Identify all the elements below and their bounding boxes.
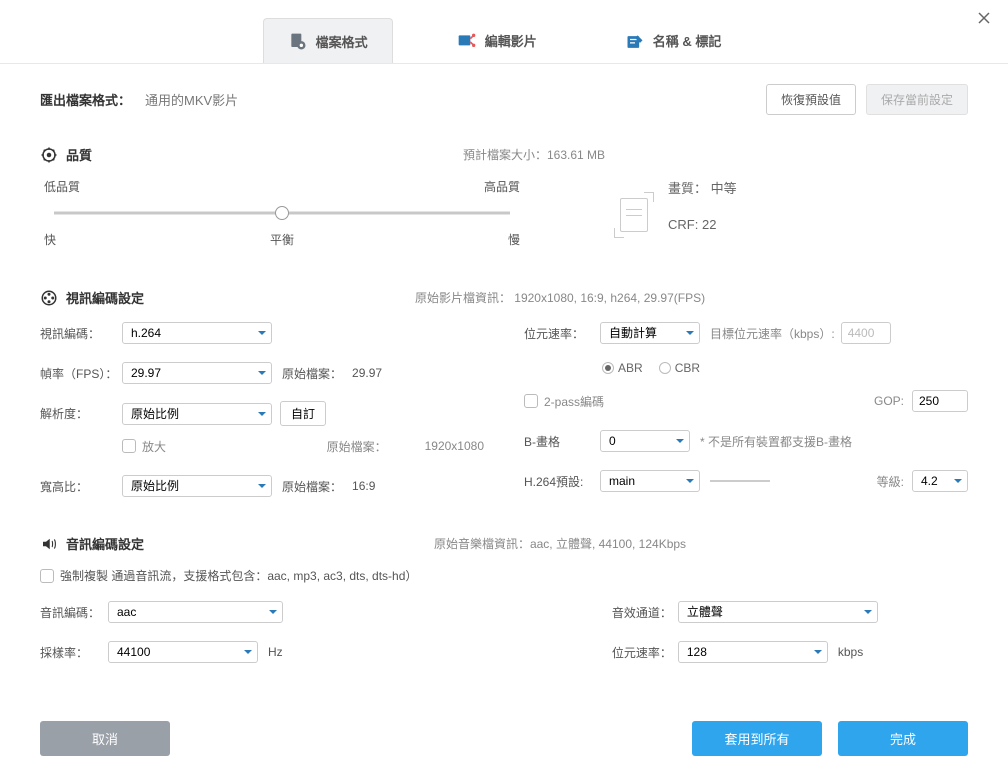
target-bitrate-input[interactable] [841,322,891,344]
slider-thumb[interactable] [275,206,289,220]
resolution-label: 解析度： [40,405,122,422]
audio-codec-select[interactable]: aac [108,601,283,623]
film-reel-icon [40,289,58,307]
quality-balance-label: 平衡 [270,231,294,248]
twopass-checkbox[interactable] [524,394,538,408]
save-current-button[interactable]: 保存當前設定 [866,84,968,115]
hz-label: Hz [268,645,283,659]
bitrate-select[interactable]: 自動計算 [600,322,700,344]
level-label: 等級: [877,473,904,490]
resolution-select[interactable]: 原始比例 [122,403,272,425]
aspect-select[interactable]: 原始比例 [122,475,272,497]
res-source-label: 原始檔案： [327,438,387,455]
video-codec-select[interactable]: h.264 [122,322,272,344]
apply-all-button[interactable]: 套用到所有 [692,721,822,756]
file-gear-icon [288,31,308,51]
channel-select[interactable]: 立體聲 [678,601,878,623]
quality-low-label: 低品質 [44,178,80,195]
crf-label: CRF: [668,217,698,232]
audio-source-info: 原始音樂檔資訊：aac, 立體聲, 44100, 124Kbps [152,535,968,552]
bframe-select[interactable]: 0 [600,430,690,452]
crf-value: 22 [702,217,716,232]
enlarge-checkbox[interactable] [122,439,136,453]
aspect-label: 寬高比： [40,478,122,495]
video-title: 視訊編碼設定 [66,288,144,307]
fps-label: 幀率（FPS）： [40,365,122,382]
tab-label: 編輯影片 [485,31,537,50]
edit-note-icon [625,31,645,51]
gop-input[interactable] [912,390,968,412]
film-cut-icon [457,31,477,51]
restore-default-button[interactable]: 恢復預設值 [766,84,856,115]
bframe-note: * 不是所有裝置都支援B-畫格 [700,433,852,450]
estimated-size: 預計檔案大小：163.61 MB [100,146,968,163]
fps-source-label: 原始檔案： [282,365,342,382]
audio-bitrate-select[interactable]: 128 [678,641,828,663]
audio-bitrate-label: 位元速率： [612,644,678,661]
document-icon [620,198,648,232]
h264-preset-label: H.264預設: [524,473,600,490]
gop-label: GOP: [874,394,904,408]
aspect-source-label: 原始檔案： [282,478,342,495]
tab-name-tag[interactable]: 名稱 & 標記 [601,18,746,63]
bframe-label: B-畫格 [524,433,600,450]
target-bitrate-label: 目標位元速率（kbps）: [710,325,835,342]
sample-rate-select[interactable]: 44100 [108,641,258,663]
tab-label: 名稱 & 標記 [653,31,722,50]
video-source-info: 原始影片檔資訊： 1920x1080, 16:9, h264, 29.97(FP… [152,289,968,306]
level-select[interactable]: 4.2 [912,470,968,492]
fps-source-value: 29.97 [352,366,382,380]
abr-radio[interactable] [602,362,614,374]
res-source-value: 1920x1080 [425,439,484,453]
tab-edit-video[interactable]: 編輯影片 [433,18,561,63]
audio-title: 音訊編碼設定 [66,534,144,553]
audio-codec-label: 音訊編碼： [40,604,108,621]
fps-select[interactable]: 29.97 [122,362,272,384]
kbps-label: kbps [838,645,863,659]
h264-preset-select[interactable]: main [600,470,700,492]
vq-value: 中等 [711,181,737,196]
tab-label: 檔案格式 [316,32,368,51]
aspect-source-value: 16:9 [352,479,375,493]
force-copy-checkbox[interactable] [40,569,54,583]
cbr-radio[interactable] [659,362,671,374]
video-codec-label: 視訊編碼： [40,325,122,342]
quality-fast-label: 快 [44,231,56,248]
sample-rate-label: 採樣率： [40,644,108,661]
quality-high-label: 高品質 [484,178,520,195]
twopass-label: 2-pass編碼 [544,393,604,410]
enlarge-label: 放大 [142,438,166,455]
bitrate-label: 位元速率： [524,325,600,342]
channel-label: 音效通道： [612,604,678,621]
h264-level-slider[interactable] [710,480,867,482]
export-format-value: 通用的MKV影片 [145,90,238,109]
cbr-label: CBR [675,361,700,375]
close-icon [978,12,990,24]
cancel-button[interactable]: 取消 [40,721,170,756]
speaker-icon [40,535,58,553]
abr-label: ABR [618,361,643,375]
custom-resolution-button[interactable]: 自訂 [280,401,326,426]
tab-file-format[interactable]: 檔案格式 [263,18,393,63]
quality-slider[interactable] [54,205,510,221]
vq-label: 畫質： [668,181,707,196]
gear-icon [40,146,58,164]
export-format-label: 匯出檔案格式： [40,90,131,109]
tab-bar: 檔案格式 編輯影片 名稱 & 標記 [0,0,1008,64]
close-button[interactable] [974,8,994,28]
quality-slow-label: 慢 [508,231,520,248]
quality-title: 品質 [66,145,92,164]
force-copy-label: 強制複製 通過音訊流，支援格式包含：aac, mp3, ac3, dts, dt… [60,567,417,584]
done-button[interactable]: 完成 [838,721,968,756]
